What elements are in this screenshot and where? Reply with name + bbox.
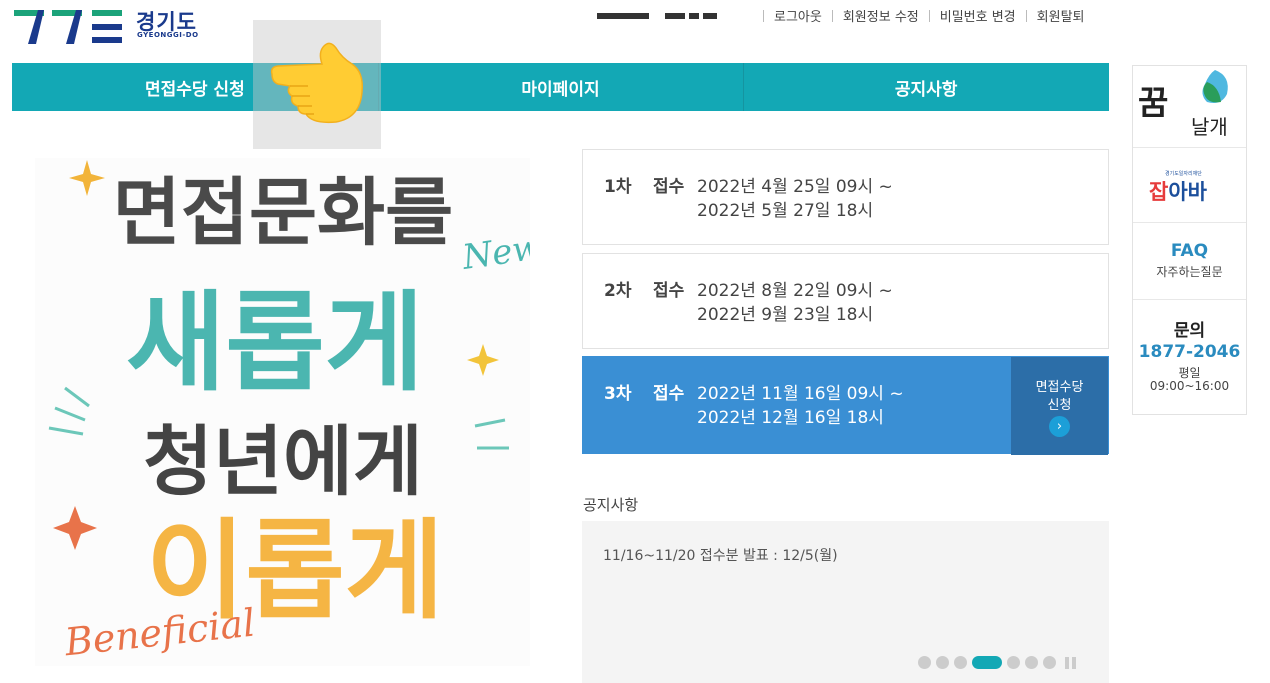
quick-menu: 꿈 날개 경기도일자리재단 잡아바 FAQ 자주하는질문 문의 1877-204… <box>1132 65 1247 415</box>
nav-item-notice[interactable]: 공지사항 <box>743 63 1109 111</box>
receipt-label: 접수 <box>653 177 685 197</box>
receipt-label: 접수 <box>653 384 685 404</box>
banner-line3: 청년에게 <box>143 417 423 506</box>
receipt-label: 접수 <box>653 281 685 301</box>
apply-allowance-button[interactable]: 면접수당 신청 › <box>1011 357 1108 455</box>
slide-dot-active[interactable] <box>972 656 1002 669</box>
promo-banner: 면접문화를 New 새롭게 청년에게 이롭게 Beneficial <box>35 158 530 666</box>
util-separator <box>831 9 833 22</box>
withdraw-link[interactable]: 회원탈퇴 <box>1037 6 1085 25</box>
slider-pagination <box>918 656 1079 669</box>
change-password-link[interactable]: 비밀번호 변경 <box>940 6 1016 25</box>
period-end: 2022년 5월 27일 18시 <box>697 201 874 221</box>
period-start: 2022년 4월 25일 09시 ~ <box>697 177 893 197</box>
apply-button-line2: 신청 <box>1047 398 1072 413</box>
period-end: 2022년 9월 23일 18시 <box>697 305 874 325</box>
period-start: 2022년 11월 16일 09시 ~ <box>697 384 904 404</box>
contact-phone: 1877-2046 <box>1138 342 1241 362</box>
logout-link[interactable]: 로그아웃 <box>774 6 822 25</box>
slide-dot[interactable] <box>918 656 931 669</box>
schedule-card-1: 1차 접수 2022년 4월 25일 09시 ~ 2022년 5월 27일 18… <box>582 149 1109 245</box>
round-label: 1차 <box>604 177 632 197</box>
chevron-right-icon: › <box>1049 416 1070 437</box>
contact-title: 문의 <box>1173 321 1206 341</box>
job-aba-link[interactable]: 경기도일자리재단 잡아바 <box>1133 148 1246 223</box>
job-aba-logo: 잡아바 <box>1149 176 1207 206</box>
job-aba-logo-part1: 잡 <box>1149 180 1169 204</box>
slide-dot[interactable] <box>1007 656 1020 669</box>
edit-profile-link[interactable]: 회원정보 수정 <box>843 6 919 25</box>
banner-artwork: 면접문화를 New 새롭게 청년에게 이롭게 Beneficial <box>48 160 530 665</box>
nav-item-mypage[interactable]: 마이페이지 <box>377 63 744 111</box>
gyeonggi-logo-mark <box>14 10 122 44</box>
notice-item[interactable]: 11/16~11/20 접수분 발표 : 12/5(월) <box>603 545 838 565</box>
dream-wings-link[interactable]: 꿈 날개 <box>1133 66 1246 148</box>
util-separator <box>928 9 930 22</box>
round-label: 2차 <box>604 281 632 301</box>
gyeonggi-logo[interactable]: 경기도 GYEONGGI-DO <box>14 4 204 46</box>
schedule-card-3-active: 3차 접수 2022년 11월 16일 09시 ~ 2022년 12월 16일 … <box>582 356 1109 455</box>
dream-wings-bottom: 날개 <box>1191 115 1228 139</box>
util-separator <box>763 9 764 22</box>
dream-wings-top: 꿈 <box>1138 83 1169 122</box>
faq-title: FAQ <box>1170 241 1209 261</box>
faq-subtitle: 자주하는질문 <box>1156 265 1223 279</box>
contact-box: 문의 1877-2046 평일 09:00~16:00 <box>1133 300 1246 414</box>
pause-icon[interactable] <box>1065 656 1079 669</box>
period-start: 2022년 8월 22일 09시 ~ <box>697 281 893 301</box>
user-name-redacted <box>597 5 737 21</box>
main-nav: 면접수당 신청 마이페이지 공지사항 <box>12 63 1109 111</box>
schedule-card-2: 2차 접수 2022년 8월 22일 09시 ~ 2022년 9월 23일 18… <box>582 253 1109 349</box>
period-end: 2022년 12월 16일 18시 <box>697 408 884 428</box>
banner-beneficial: Beneficial <box>62 601 258 665</box>
utility-menu: 로그아웃 회원정보 수정 비밀번호 변경 회원탈퇴 <box>753 6 1085 25</box>
faq-link[interactable]: FAQ 자주하는질문 <box>1133 223 1246 300</box>
contact-hours: 09:00~16:00 <box>1149 379 1230 393</box>
slide-dot[interactable] <box>954 656 967 669</box>
notice-title: 공지사항 <box>583 496 639 514</box>
banner-line1: 면접문화를 <box>113 170 453 256</box>
apply-button-line1: 면접수당 <box>1035 380 1084 395</box>
logo-subtitle: GYEONGGI-DO <box>137 31 199 39</box>
banner-new: New <box>459 227 530 278</box>
round-label: 3차 <box>604 384 632 404</box>
slide-dot[interactable] <box>936 656 949 669</box>
nav-item-apply[interactable]: 면접수당 신청 <box>12 63 378 111</box>
dream-wings-logo-icon <box>1202 70 1228 103</box>
banner-line2: 새롭게 <box>126 281 424 406</box>
slide-dot[interactable] <box>1043 656 1056 669</box>
slide-dot[interactable] <box>1025 656 1038 669</box>
job-aba-logo-part2: 아바 <box>1168 180 1207 204</box>
notice-slider: 11/16~11/20 접수분 발표 : 12/5(월) <box>582 521 1109 683</box>
util-separator <box>1025 9 1027 22</box>
